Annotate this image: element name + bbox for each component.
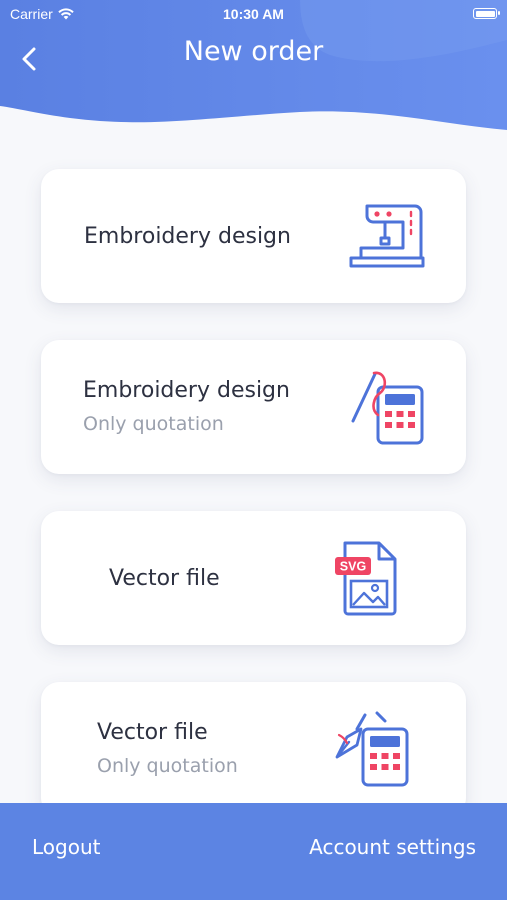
battery-fill (475, 10, 495, 17)
battery-icon (473, 8, 500, 19)
card-label: Embroidery design (84, 224, 291, 249)
logout-button[interactable]: Logout (32, 835, 100, 859)
svg-badge-label: SVG (340, 560, 366, 574)
card-vector-file-quotation[interactable]: Vector file Only quotation (41, 682, 466, 816)
card-vector-file[interactable]: Vector file SVG (41, 511, 466, 645)
sewing-machine-icon (349, 204, 425, 268)
card-label: Embroidery design (83, 378, 290, 403)
card-sublabel: Only quotation (83, 413, 224, 435)
svg-file-icon: SVG (335, 541, 397, 616)
bottom-bar: Logout Account settings (0, 803, 507, 900)
card-label: Vector file (109, 566, 220, 591)
card-embroidery-design[interactable]: Embroidery design (41, 169, 466, 303)
status-time: 10:30 AM (223, 6, 284, 22)
card-embroidery-design-quotation[interactable]: Embroidery design Only quotation (41, 340, 466, 474)
card-sublabel: Only quotation (97, 755, 238, 777)
page-title: New order (183, 36, 324, 67)
account-settings-button[interactable]: Account settings (309, 835, 476, 859)
card-label: Vector file (97, 720, 208, 745)
header: Carrier 10:30 AM New order (0, 0, 507, 140)
pen-calculator-icon (335, 711, 409, 787)
status-bar: Carrier 10:30 AM (0, 0, 507, 28)
needle-calculator-icon (351, 371, 424, 445)
